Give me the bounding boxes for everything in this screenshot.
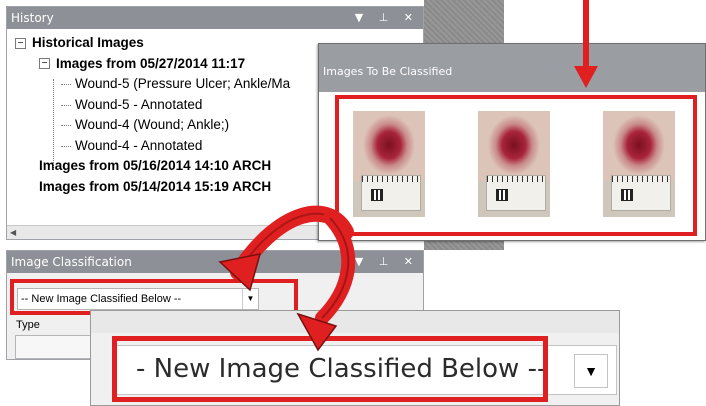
thumbnails-highlight-frame	[335, 95, 697, 236]
ruler-icon	[361, 175, 421, 211]
wound-photo	[603, 111, 675, 181]
history-title: History	[11, 11, 54, 25]
collapse-icon[interactable]: −	[39, 58, 50, 70]
zoom-header-strip	[91, 311, 619, 333]
wound-photo	[353, 111, 425, 181]
tree-guide-line	[53, 79, 54, 169]
classification-title: Image Classification	[11, 255, 132, 269]
type-label: Type	[16, 319, 40, 331]
collapse-icon[interactable]: −	[15, 37, 26, 49]
chevron-down-icon[interactable]: ▼	[574, 354, 608, 388]
wound-thumbnail[interactable]	[478, 111, 550, 217]
tree-node-label: Images from 05/27/2014 11:17	[56, 55, 246, 71]
history-pane-controls[interactable]: ▼ ⊥ ✕	[355, 7, 419, 29]
images-to-classify-pane: Images To Be Classified	[318, 43, 706, 241]
wound-thumbnail[interactable]	[603, 111, 675, 217]
qr-code-icon	[371, 189, 383, 201]
ruler-icon	[611, 175, 671, 211]
zoom-highlight-box	[112, 336, 548, 402]
tree-node-label: Historical Images	[32, 35, 144, 50]
history-title-bar: History ▼ ⊥ ✕	[7, 7, 423, 29]
to-classify-title-bar: Images To Be Classified	[319, 44, 705, 92]
qr-code-icon	[621, 189, 633, 201]
classification-title-bar: Image Classification ▼ ⊥ ✕	[7, 251, 423, 273]
to-classify-title: Images To Be Classified	[323, 65, 453, 78]
scroll-left-icon[interactable]: ◀	[10, 228, 16, 237]
qr-code-icon	[496, 189, 508, 201]
ruler-icon	[486, 175, 546, 211]
classification-pane-controls[interactable]: ▼ ⊥ ✕	[355, 251, 419, 273]
wound-photo	[478, 111, 550, 181]
wound-thumbnail[interactable]	[353, 111, 425, 217]
